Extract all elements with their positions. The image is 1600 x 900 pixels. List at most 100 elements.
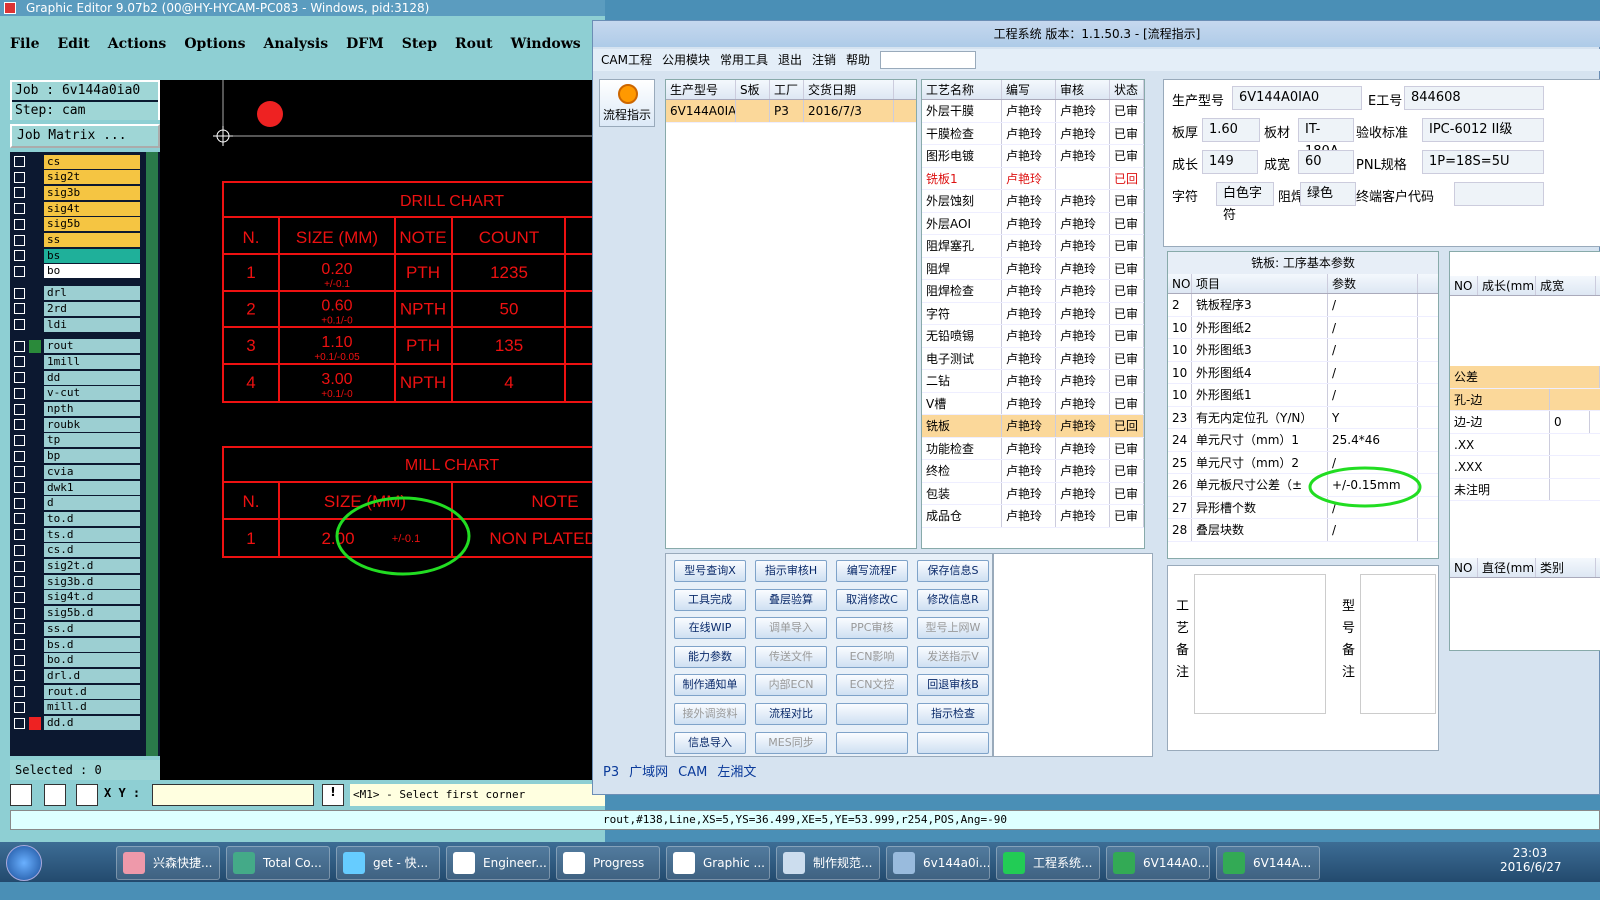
action-button[interactable]: 编写流程F [836, 560, 908, 582]
menu-item[interactable]: Rout [455, 36, 493, 62]
taskbar-item[interactable]: Engineer... [446, 846, 550, 880]
table-row[interactable]: 阻焊 卢艳玲 卢艳玲 已审 [922, 257, 1144, 280]
layer-checkbox[interactable] [14, 701, 25, 713]
column-header[interactable]: 直径(mm) [1478, 558, 1536, 577]
taskbar-item[interactable]: 工程系统... [996, 846, 1100, 880]
layer-checkbox[interactable] [14, 544, 25, 556]
info-field[interactable] [1454, 182, 1544, 206]
action-button[interactable]: MES同步 [755, 731, 827, 754]
column-header[interactable]: NO [1450, 276, 1478, 295]
layer-row[interactable]: sig3b [14, 185, 140, 200]
table-row[interactable]: 电子测试 卢艳玲 卢艳玲 已审 [922, 347, 1144, 370]
table-row[interactable]: 10 外形图纸2/ [1168, 316, 1438, 339]
layer-row[interactable]: ss [14, 233, 140, 248]
table-row[interactable]: 23 有无内定位孔（Y/N） Y [1168, 406, 1438, 429]
taskbar-item[interactable]: 6v144a0i... [886, 846, 990, 880]
layer-checkbox[interactable] [14, 482, 25, 493]
taskbar-item[interactable]: get - 快... [336, 846, 440, 880]
layer-row[interactable]: cs [14, 154, 140, 169]
layer-row[interactable]: sig5b [14, 217, 140, 232]
menu-item[interactable]: Step [402, 36, 437, 62]
layer-row[interactable]: ldi [14, 317, 140, 332]
menu-item[interactable]: Actions [108, 36, 167, 62]
model-remark-field[interactable] [1360, 574, 1436, 714]
action-button[interactable]: 接外调资料 [674, 703, 746, 725]
taskbar-item[interactable]: Total Co... [226, 846, 330, 880]
info-field[interactable]: 6V144A0IA0 [1232, 86, 1362, 110]
column-header[interactable]: S板 [736, 80, 770, 99]
tab[interactable]: 左湘文 [717, 761, 756, 785]
table-row[interactable]: 字符 卢艳玲 卢艳玲 已审 [922, 302, 1144, 325]
table-row[interactable]: 包装 卢艳玲 卢艳玲 已审 [922, 482, 1144, 505]
table-row[interactable]: 干膜检查 卢艳玲 卢艳玲 已审 [922, 122, 1144, 145]
table-row[interactable]: 外层干膜 卢艳玲 卢艳玲 已审 [922, 100, 1144, 123]
layer-row[interactable]: ss.d [14, 621, 140, 636]
info-field[interactable]: 绿色 [1300, 182, 1356, 206]
layer-row[interactable]: dd [14, 370, 140, 385]
info-field[interactable]: 1P=18S=5U [1422, 150, 1544, 174]
layer-checkbox[interactable] [14, 234, 25, 246]
layer-row[interactable]: sig2t [14, 170, 140, 185]
table-row[interactable]: 外层AOI 卢艳玲 卢艳玲 已审 [922, 212, 1144, 235]
table-row[interactable]: 二钻 卢艳玲 卢艳玲 已审 [922, 370, 1144, 393]
layer-checkbox[interactable] [14, 497, 25, 509]
info-field[interactable]: IT-180A [1298, 118, 1354, 159]
info-field[interactable]: 白色字符 [1216, 182, 1274, 223]
layer-row[interactable]: drl [14, 286, 140, 301]
layer-row[interactable]: sig2t.d [14, 559, 140, 574]
layer-checkbox[interactable] [14, 303, 25, 315]
alert-icon[interactable]: ! [322, 784, 344, 806]
column-header[interactable]: 参数 [1328, 274, 1418, 293]
layer-checkbox[interactable] [14, 529, 25, 541]
menu-item[interactable]: 退出 [778, 49, 802, 71]
action-button[interactable]: 制作通知单 [674, 674, 746, 697]
layer-checkbox[interactable] [14, 513, 25, 525]
layer-row[interactable]: tp [14, 433, 140, 448]
layer-checkbox[interactable] [14, 466, 25, 478]
table-row[interactable]: 10 外形图纸4/ [1168, 361, 1438, 384]
layer-checkbox[interactable] [14, 218, 25, 230]
info-field[interactable]: 844608 [1404, 86, 1544, 110]
flow-indicator-button[interactable]: 流程指示 [599, 79, 655, 127]
table-row[interactable]: 图形电镀 卢艳玲 卢艳玲 已审 [922, 145, 1144, 168]
layer-checkbox[interactable] [14, 187, 25, 199]
layer-checkbox[interactable] [14, 434, 25, 446]
column-header[interactable]: 工艺名称 [922, 80, 1002, 99]
layer-row[interactable]: 1mill [14, 354, 140, 369]
table-row[interactable]: 无铅喷锡 卢艳玲 卢艳玲 已审 [922, 325, 1144, 348]
layer-row[interactable]: 2rd [14, 301, 140, 316]
xy-input[interactable] [152, 784, 314, 806]
layer-checkbox[interactable] [14, 403, 25, 415]
table-row[interactable]: 功能检查 卢艳玲 卢艳玲 已审 [922, 437, 1144, 460]
info-field[interactable]: 60 [1298, 150, 1354, 174]
table-row[interactable]: 24 单元尺寸（mm）1 25.4*46 [1168, 429, 1438, 452]
layer-checkbox[interactable] [14, 576, 25, 588]
table-row[interactable]: 未注明 [1450, 478, 1600, 501]
menu-item[interactable]: Windows [511, 36, 581, 62]
taskbar-item[interactable]: 制作规范... [776, 846, 880, 880]
layer-row[interactable]: ts.d [14, 527, 140, 542]
taskbar-item[interactable]: 6V144A0... [1106, 846, 1210, 880]
info-field[interactable]: 149 [1202, 150, 1258, 174]
layer-row[interactable]: bp [14, 449, 140, 464]
layer-row[interactable]: sig4t [14, 201, 140, 216]
tab[interactable]: P3 [603, 761, 619, 785]
menu-item[interactable]: File [10, 36, 39, 62]
taskbar-item[interactable]: 兴森快捷... [116, 846, 220, 880]
layer-row[interactable]: drl.d [14, 668, 140, 683]
action-button[interactable]: 发送指示V [917, 645, 989, 668]
column-header[interactable]: 生产型号 [666, 80, 736, 99]
action-button[interactable] [917, 731, 989, 754]
table-row[interactable]: 孔-边 [1450, 388, 1600, 411]
column-header[interactable]: 编写 [1002, 80, 1056, 99]
action-button[interactable]: 信息导入 [674, 731, 746, 754]
layer-row[interactable]: cs.d [14, 543, 140, 558]
action-button[interactable]: 型号查询X [674, 560, 746, 582]
action-button[interactable]: 工具完成 [674, 588, 746, 611]
info-field[interactable]: IPC-6012 II级 [1422, 118, 1544, 142]
menu-item[interactable]: 帮助 [846, 49, 870, 71]
column-header[interactable]: 审核 [1056, 80, 1110, 99]
tab[interactable]: CAM [678, 761, 707, 785]
action-button[interactable]: 保存信息S [917, 560, 989, 582]
layer-checkbox[interactable] [14, 287, 25, 299]
